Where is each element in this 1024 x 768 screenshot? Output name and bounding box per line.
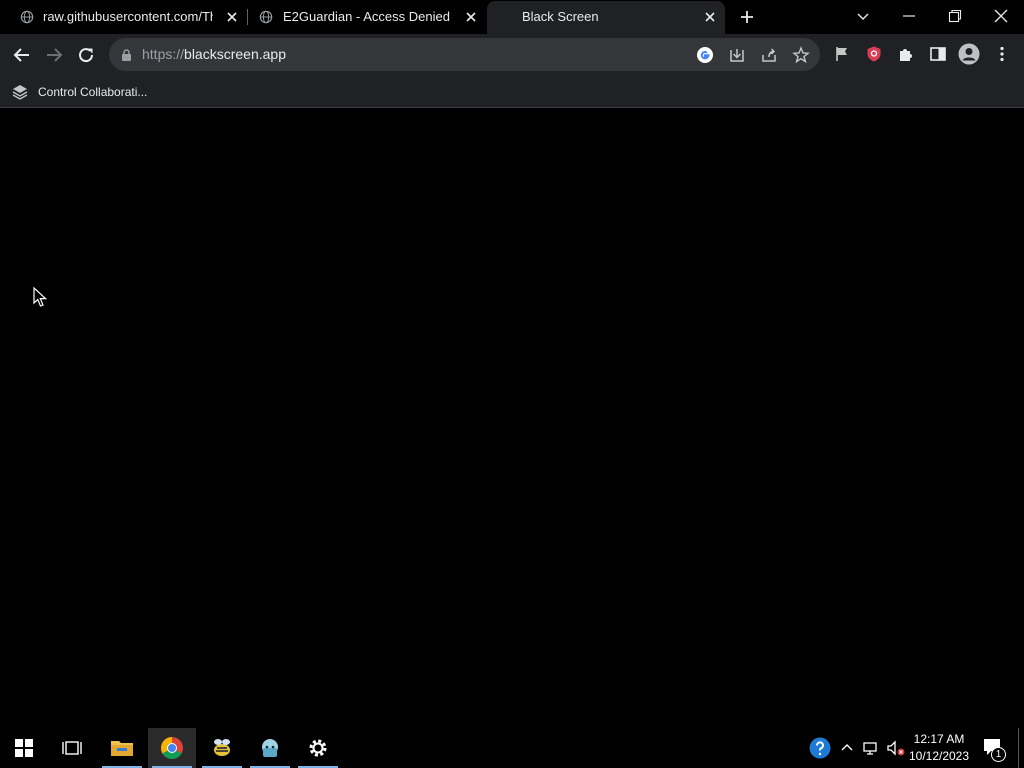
profile-avatar-icon[interactable] bbox=[958, 43, 980, 65]
show-desktop-button[interactable] bbox=[1018, 728, 1024, 768]
action-center-button[interactable]: 1 bbox=[980, 728, 1010, 768]
reload-icon[interactable] bbox=[75, 44, 97, 66]
character-app-icon bbox=[262, 739, 278, 757]
forward-icon[interactable] bbox=[43, 44, 65, 66]
tab-title: Black Screen bbox=[522, 9, 599, 24]
address-bar[interactable]: https://blackscreen.app bbox=[109, 38, 820, 71]
bee-app-button[interactable] bbox=[198, 728, 246, 768]
new-tab-icon[interactable] bbox=[739, 9, 755, 25]
google-lens-icon[interactable] bbox=[696, 46, 714, 64]
minimize-icon[interactable] bbox=[899, 6, 919, 26]
puzzle-extensions-icon[interactable] bbox=[897, 45, 915, 63]
bookmark-label: Control Collaborati... bbox=[38, 85, 148, 99]
task-view-button[interactable] bbox=[48, 728, 96, 768]
side-panel-icon[interactable] bbox=[929, 45, 947, 63]
share-icon[interactable] bbox=[760, 46, 778, 64]
tab-github-raw[interactable]: raw.githubusercontent.com/The bbox=[0, 0, 246, 34]
page-content-black-screen[interactable] bbox=[0, 109, 1024, 728]
folder-icon bbox=[111, 741, 133, 756]
install-app-icon[interactable] bbox=[728, 46, 746, 64]
file-explorer-button[interactable] bbox=[98, 728, 146, 768]
stack-icon bbox=[12, 85, 28, 100]
bookmark-star-icon[interactable] bbox=[792, 46, 810, 64]
gear-icon bbox=[309, 739, 327, 757]
windows-logo-icon bbox=[15, 739, 33, 757]
chevron-up-icon[interactable] bbox=[838, 739, 856, 757]
mouse-cursor-icon bbox=[33, 287, 47, 307]
close-window-icon[interactable] bbox=[991, 6, 1011, 26]
globe-icon bbox=[259, 10, 273, 24]
url-scheme: https:// bbox=[142, 46, 185, 62]
chrome-icon bbox=[161, 737, 183, 759]
back-icon[interactable] bbox=[11, 44, 33, 66]
clock-date: 10/12/2023 bbox=[908, 749, 970, 763]
menu-dots-icon[interactable] bbox=[993, 45, 1011, 63]
network-icon[interactable] bbox=[862, 739, 880, 757]
tab-black-screen[interactable]: Black Screen bbox=[487, 1, 725, 34]
shield-extension-icon[interactable] bbox=[865, 45, 883, 63]
settings-button[interactable] bbox=[294, 728, 342, 768]
character-app-button[interactable] bbox=[246, 728, 294, 768]
task-view-icon bbox=[62, 741, 82, 755]
bookmark-control-collaboration[interactable]: Control Collaborati... bbox=[12, 81, 147, 103]
globe-icon bbox=[20, 10, 34, 24]
bee-app-icon bbox=[214, 739, 230, 756]
tab-title: E2Guardian - Access Denied bbox=[283, 9, 450, 24]
restore-icon[interactable] bbox=[945, 6, 965, 26]
flag-extension-icon[interactable] bbox=[833, 45, 851, 63]
url-host: blackscreen.app bbox=[184, 46, 286, 62]
start-button[interactable] bbox=[0, 728, 48, 768]
chrome-button[interactable] bbox=[148, 728, 196, 768]
tab-e2guardian[interactable]: E2Guardian - Access Denied bbox=[248, 0, 486, 34]
bookmarks-bar: Control Collaborati... bbox=[0, 76, 1024, 108]
notification-badge: 1 bbox=[991, 747, 1006, 762]
volume-muted-icon[interactable] bbox=[886, 739, 906, 757]
help-icon[interactable] bbox=[809, 737, 831, 759]
url-text[interactable]: https://blackscreen.app bbox=[142, 46, 286, 62]
close-icon[interactable] bbox=[225, 10, 239, 24]
browser-toolbar: https://blackscreen.app bbox=[0, 34, 1024, 76]
close-icon[interactable] bbox=[464, 10, 478, 24]
tab-search-icon[interactable] bbox=[853, 6, 873, 26]
close-icon[interactable] bbox=[703, 10, 717, 24]
lock-icon[interactable] bbox=[121, 49, 132, 61]
system-clock[interactable]: 12:17 AM 10/12/2023 bbox=[904, 731, 974, 765]
windows-taskbar: 12:17 AM 10/12/2023 1 bbox=[0, 728, 1024, 768]
tab-title: raw.githubusercontent.com/The bbox=[43, 9, 213, 24]
tab-strip: raw.githubusercontent.com/The E2Guardian… bbox=[0, 0, 1024, 34]
clock-time: 12:17 AM bbox=[913, 732, 965, 746]
